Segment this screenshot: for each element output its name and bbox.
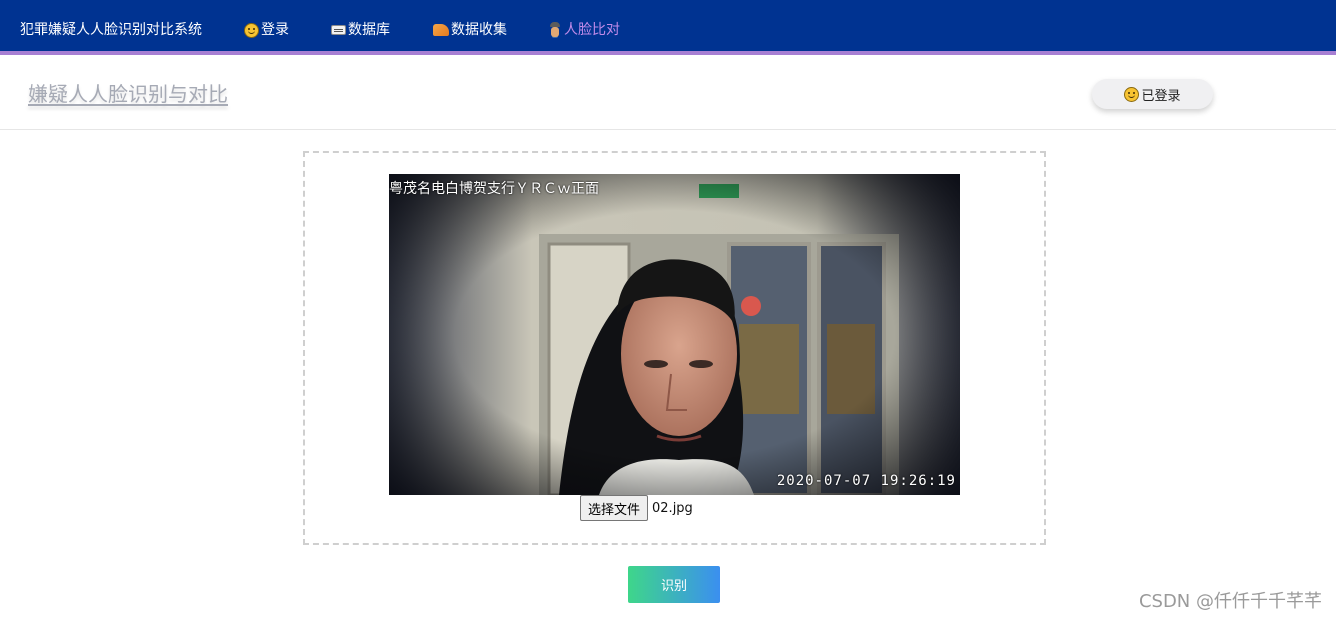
page-header: 嫌疑人人脸识别与对比 已登录 <box>0 59 1336 130</box>
top-navbar: 犯罪嫌疑人人脸识别对比系统 登录 数据库 数据收集 人脸比对 <box>0 0 1336 55</box>
nav-item-label: 人脸比对 <box>564 22 620 38</box>
uploaded-image-preview: 粤茂名电白博贺支行ＹＲＣｗ正面 2020-07-07 19:26:19 <box>389 174 960 495</box>
login-status-label: 已登录 <box>1141 88 1181 104</box>
choose-file-button[interactable]: 选择文件 <box>580 495 649 521</box>
card-icon <box>331 25 346 35</box>
smile-icon <box>1124 86 1140 102</box>
nav-item-database[interactable]: 数据库 <box>331 20 390 40</box>
cctv-photo <box>389 174 960 495</box>
smile-icon <box>244 22 259 38</box>
nav-item-label: 数据库 <box>348 22 390 38</box>
page-title: 嫌疑人人脸识别与对比 <box>28 82 228 106</box>
watermark: CSDN @仟仟千千芊芊 <box>1138 591 1322 612</box>
file-input-row: 选择文件 02.jpg <box>580 495 693 521</box>
selected-file-name: 02.jpg <box>652 500 693 516</box>
nav-item-data-collection[interactable]: 数据收集 <box>433 20 507 40</box>
identify-button[interactable]: 识别 <box>628 566 720 603</box>
app-brand[interactable]: 犯罪嫌疑人人脸识别对比系统 <box>20 20 202 40</box>
login-status-badge[interactable]: 已登录 <box>1092 79 1213 109</box>
nav-item-label: 登录 <box>261 22 289 38</box>
nav-item-face-compare[interactable]: 人脸比对 <box>548 20 620 40</box>
camera-timestamp-overlay: 2020-07-07 19:26:19 <box>776 473 956 489</box>
nav-item-label: 数据收集 <box>451 22 507 38</box>
detective-icon <box>548 22 562 38</box>
camera-location-overlay: 粤茂名电白博贺支行ＹＲＣｗ正面 <box>389 181 599 197</box>
nav-item-login[interactable]: 登录 <box>244 20 289 40</box>
writing-hand-icon <box>433 24 449 36</box>
